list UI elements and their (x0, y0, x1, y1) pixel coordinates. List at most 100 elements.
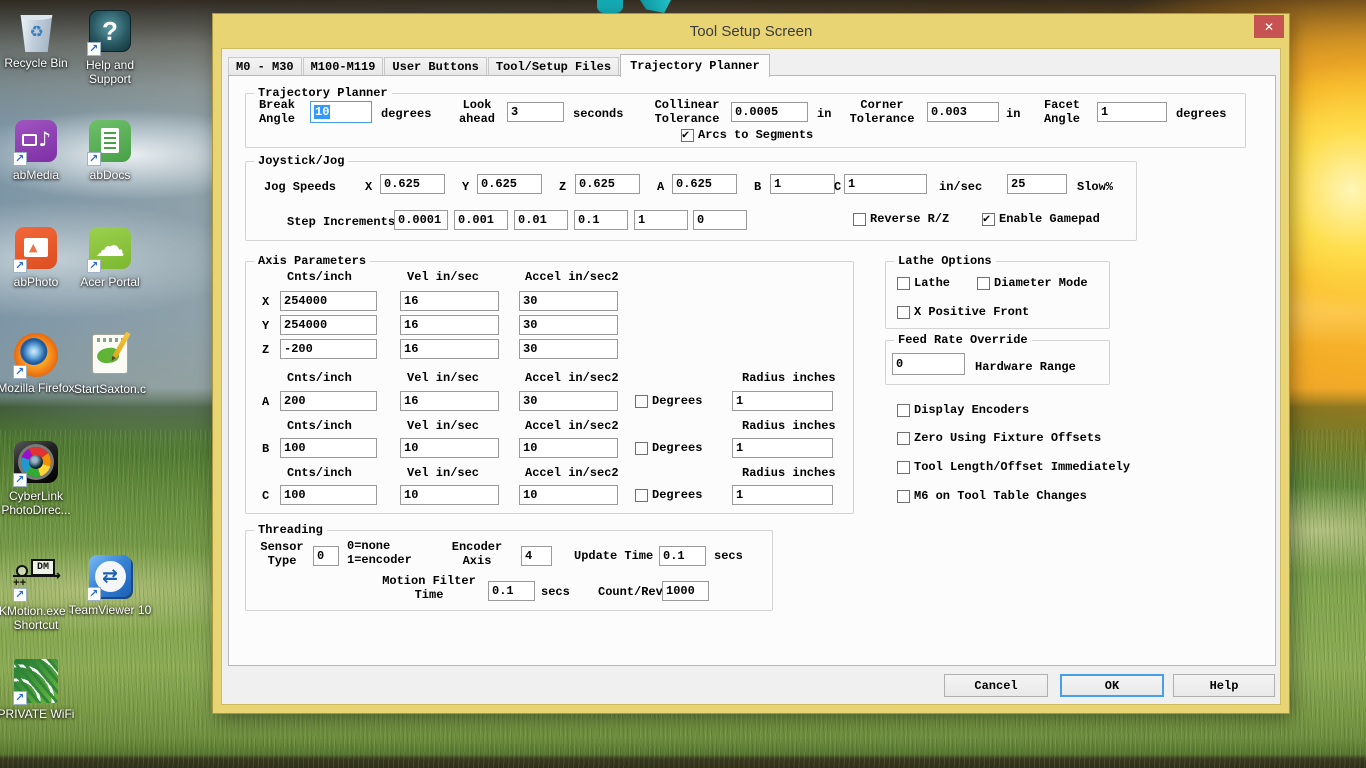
jog-z-input[interactable]: 0.625 (575, 174, 640, 194)
b-cnts-input[interactable]: 100 (280, 438, 377, 458)
tab-strip: M0 - M30 M100-M119 User Buttons Tool/Set… (228, 53, 771, 76)
radius-header: Radius inches (742, 419, 836, 433)
trajectory-planner-tabpage: Trajectory Planner Break Angle 10 degree… (228, 75, 1276, 666)
x-cnts-input[interactable]: 254000 (280, 291, 377, 311)
desktop-icon-label: abDocs (67, 168, 153, 182)
look-ahead-input[interactable]: 3 (507, 102, 564, 122)
axis-y-label: Y (262, 319, 269, 333)
enable-gamepad-checkbox[interactable]: Enable Gamepad (982, 212, 1100, 226)
c-cnts-input[interactable]: 100 (280, 485, 377, 505)
corner-tolerance-input[interactable]: 0.003 (927, 102, 999, 122)
facet-angle-input[interactable]: 1 (1097, 102, 1167, 122)
step-increment-input-2[interactable]: 0.001 (454, 210, 508, 230)
step-increment-input-5[interactable]: 1 (634, 210, 688, 230)
axis-b-label: B (262, 442, 269, 456)
z-cnts-input[interactable]: -200 (280, 339, 377, 359)
dialog-client-area: M0 - M30 M100-M119 User Buttons Tool/Set… (221, 48, 1281, 705)
tab-m100-m119[interactable]: M100-M119 (303, 57, 384, 76)
jog-y-input[interactable]: 0.625 (477, 174, 542, 194)
b-accel-input[interactable]: 10 (519, 438, 618, 458)
facet-angle-unit: degrees (1176, 107, 1226, 121)
step-increment-input-6[interactable]: 0 (693, 210, 747, 230)
motion-filter-input[interactable]: 0.1 (488, 581, 535, 601)
step-increment-input-4[interactable]: 0.1 (574, 210, 628, 230)
sensor-type-input[interactable]: 0 (313, 546, 339, 566)
diameter-mode-checkbox[interactable]: Diameter Mode (977, 276, 1088, 290)
b-radius-input[interactable]: 1 (732, 438, 833, 458)
desktop-icon-private-wifi[interactable]: PRIVATE WiFi (0, 658, 79, 721)
c-radius-input[interactable]: 1 (732, 485, 833, 505)
ok-button[interactable]: OK (1060, 674, 1164, 697)
c-accel-input[interactable]: 10 (519, 485, 618, 505)
collinear-tolerance-input[interactable]: 0.0005 (731, 102, 808, 122)
desktop-icon-label: Help and Support (67, 58, 153, 86)
tab-m0-m30[interactable]: M0 - M30 (228, 57, 302, 76)
dialog-titlebar[interactable]: Tool Setup Screen (213, 14, 1289, 48)
desktop-icon-help-and-support[interactable]: Help and Support (67, 8, 153, 86)
help-button[interactable]: Help (1173, 674, 1275, 697)
m6-on-tool-table-changes-checkbox[interactable]: M6 on Tool Table Changes (897, 489, 1087, 503)
desktop-icon-cyberlink-photodirector[interactable]: CyberLink PhotoDirec... (0, 440, 79, 517)
checkbox-box (635, 489, 648, 502)
a-vel-input[interactable]: 16 (400, 391, 499, 411)
tool-length-offset-immediately-checkbox[interactable]: Tool Length/Offset Immediately (897, 460, 1130, 474)
a-cnts-input[interactable]: 200 (280, 391, 377, 411)
update-time-unit: secs (714, 549, 743, 563)
shortcut-arrow-icon (13, 365, 27, 379)
close-button[interactable]: ✕ (1254, 15, 1284, 38)
jog-b-label: B (754, 180, 761, 194)
break-angle-input[interactable]: 10 (310, 101, 372, 123)
b-degrees-checkbox[interactable]: Degrees (635, 441, 702, 455)
jog-c-input[interactable]: 1 (844, 174, 927, 194)
checkbox-box (897, 461, 910, 474)
x-accel-input[interactable]: 30 (519, 291, 618, 311)
corner-tolerance-unit: in (1006, 107, 1020, 121)
z-accel-input[interactable]: 30 (519, 339, 618, 359)
desktop-icon-label: CyberLink PhotoDirec... (0, 489, 79, 517)
update-time-input[interactable]: 0.1 (659, 546, 706, 566)
zero-using-fixture-offsets-checkbox[interactable]: Zero Using Fixture Offsets (897, 431, 1101, 445)
desktop-icon-acer-portal[interactable]: Acer Portal (67, 225, 153, 289)
checkbox-box (681, 129, 694, 142)
encoder-axis-input[interactable]: 4 (521, 546, 552, 566)
arcs-to-segments-checkbox[interactable]: Arcs to Segments (681, 128, 813, 142)
count-rev-input[interactable]: 1000 (662, 581, 709, 601)
tab-user-buttons[interactable]: User Buttons (384, 57, 486, 76)
jog-z-label: Z (559, 180, 566, 194)
checkbox-box (897, 404, 910, 417)
feed-rate-input[interactable]: 0 (892, 353, 965, 375)
desktop-icon-abdocs[interactable]: abDocs (67, 118, 153, 182)
b-vel-input[interactable]: 10 (400, 438, 499, 458)
desktop-icon-startsaxton[interactable]: StartSaxton.c (67, 332, 153, 396)
radius-header: Radius inches (742, 371, 836, 385)
c-degrees-checkbox[interactable]: Degrees (635, 488, 702, 502)
step-increment-input-1[interactable]: 0.0001 (394, 210, 448, 230)
jog-x-input[interactable]: 0.625 (380, 174, 445, 194)
a-radius-input[interactable]: 1 (732, 391, 833, 411)
x-positive-front-checkbox[interactable]: X Positive Front (897, 305, 1029, 319)
a-accel-input[interactable]: 30 (519, 391, 618, 411)
desktop-icon-label: TeamViewer 10 (67, 603, 153, 617)
z-vel-input[interactable]: 16 (400, 339, 499, 359)
y-vel-input[interactable]: 16 (400, 315, 499, 335)
cancel-button[interactable]: Cancel (944, 674, 1048, 697)
y-accel-input[interactable]: 30 (519, 315, 618, 335)
tab-trajectory-planner[interactable]: Trajectory Planner (620, 54, 770, 77)
slow-percent-input[interactable]: 25 (1007, 174, 1067, 194)
reverse-rz-checkbox[interactable]: Reverse R/Z (853, 212, 949, 226)
c-vel-input[interactable]: 10 (400, 485, 499, 505)
jog-a-input[interactable]: 0.625 (672, 174, 737, 194)
radius-header: Radius inches (742, 466, 836, 480)
step-increment-input-3[interactable]: 0.01 (514, 210, 568, 230)
lathe-checkbox[interactable]: Lathe (897, 276, 950, 290)
display-encoders-checkbox[interactable]: Display Encoders (897, 403, 1029, 417)
x-vel-input[interactable]: 16 (400, 291, 499, 311)
accel-header: Accel in/sec2 (525, 419, 619, 433)
jog-b-input[interactable]: 1 (770, 174, 835, 194)
desktop-icon-teamviewer[interactable]: TeamViewer 10 (67, 553, 153, 617)
a-degrees-checkbox[interactable]: Degrees (635, 394, 702, 408)
tab-tool-setup-files[interactable]: Tool/Setup Files (488, 57, 619, 76)
break-angle-unit: degrees (381, 107, 431, 121)
y-cnts-input[interactable]: 254000 (280, 315, 377, 335)
sensor-type-note: 0=none 1=encoder (347, 539, 412, 567)
